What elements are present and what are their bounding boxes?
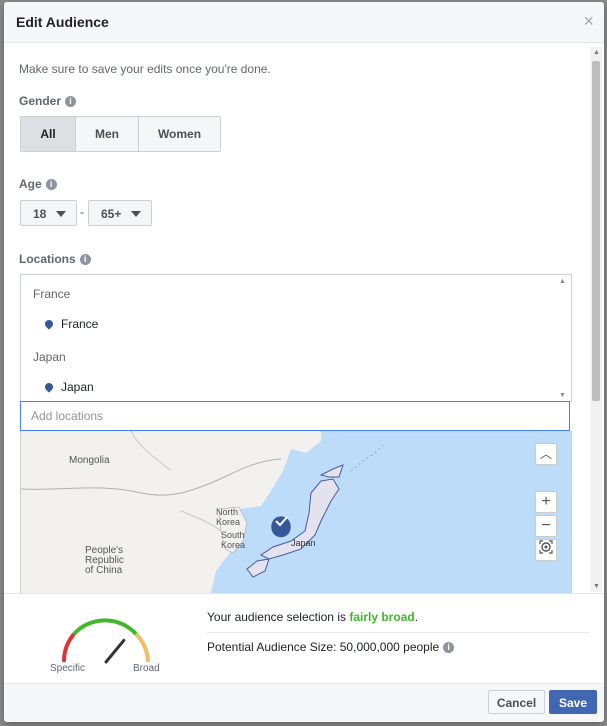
scrollbar-thumb[interactable] <box>592 61 600 401</box>
age-label-text: Age <box>19 177 42 191</box>
locations-label-text: Locations <box>19 252 76 266</box>
map-pin-icon <box>43 381 55 393</box>
location-group-header: Japan <box>33 350 66 364</box>
map-label-north-korea-1: North <box>216 507 238 517</box>
age-min-value: 18 <box>33 207 47 221</box>
caret-down-icon <box>56 211 66 217</box>
scroll-up-icon[interactable]: ▲ <box>559 278 566 285</box>
locate-me-button[interactable] <box>535 539 557 561</box>
scroll-up-icon[interactable]: ▲ <box>593 49 600 56</box>
location-item-france[interactable]: France <box>43 317 99 331</box>
map-label-china-3: of China <box>85 565 123 576</box>
age-separator: - <box>80 205 84 219</box>
dialog-body[interactable]: Make sure to save your edits once you're… <box>4 43 589 593</box>
gauge-needle <box>104 638 126 664</box>
close-icon[interactable]: × <box>583 11 594 32</box>
map-pin-icon <box>43 318 55 330</box>
edit-audience-dialog: Edit Audience × Make sure to save your e… <box>4 2 604 722</box>
locations-label: Locations i <box>19 252 91 266</box>
gauge-broad-label: Broad <box>133 663 160 674</box>
map-selected-pin <box>271 516 291 538</box>
potential-size-text: Potential Audience Size: 50,000,000 peop… <box>207 640 455 654</box>
age-label: Age i <box>19 177 57 191</box>
locations-scrollbar[interactable]: ▲ ▼ <box>555 275 571 402</box>
gender-all-button[interactable]: All <box>21 117 76 151</box>
audience-summary: Specific Broad Your audience selection i… <box>4 593 604 684</box>
selection-suffix: . <box>414 610 419 624</box>
potential-size-value: Potential Audience Size: 50,000,000 peop… <box>207 640 440 654</box>
gender-label: Gender i <box>19 94 77 108</box>
map-collapse-button[interactable]: ︿ <box>535 443 557 465</box>
selection-value: fairly broad <box>349 610 415 624</box>
location-group-header: France <box>33 287 71 301</box>
map-label-japan: Japan <box>291 538 316 548</box>
locations-list[interactable]: France France Japan Japan ▲ ▼ <box>20 274 572 402</box>
summary-divider <box>207 632 589 633</box>
scroll-down-icon[interactable]: ▼ <box>559 392 566 399</box>
dialog-title: Edit Audience <box>16 14 109 30</box>
gauge-specific-label: Specific <box>50 663 86 674</box>
location-map[interactable]: Mongolia North Korea South Korea People'… <box>20 431 572 593</box>
scroll-down-icon[interactable]: ▼ <box>593 583 600 590</box>
map-graphic: Mongolia North Korea South Korea People'… <box>21 431 384 593</box>
zoom-in-button[interactable]: + <box>535 491 557 513</box>
info-icon[interactable]: i <box>443 642 455 653</box>
selection-prefix: Your audience selection is <box>207 610 350 624</box>
location-target-icon <box>539 540 553 554</box>
location-item-label: Japan <box>61 380 94 394</box>
info-icon[interactable]: i <box>45 179 57 190</box>
location-item-label: France <box>61 317 99 331</box>
save-note: Make sure to save your edits once you're… <box>19 62 271 76</box>
location-item-japan[interactable]: Japan <box>43 380 94 394</box>
age-max-value: 65+ <box>101 207 122 221</box>
dialog-scrollbar[interactable]: ▲ ▼ <box>590 47 602 592</box>
gender-women-button[interactable]: Women <box>139 117 220 151</box>
add-locations-input[interactable] <box>20 401 570 431</box>
gender-men-button[interactable]: Men <box>76 117 139 151</box>
map-label-south-korea-1: South <box>221 530 245 540</box>
cancel-button[interactable]: Cancel <box>488 690 545 714</box>
zoom-out-button[interactable]: − <box>535 515 557 537</box>
map-label-mongolia: Mongolia <box>69 455 110 466</box>
gender-label-text: Gender <box>19 94 62 108</box>
age-max-select[interactable]: 65+ <box>88 200 152 226</box>
map-label-south-korea-2: Korea <box>221 540 245 550</box>
dialog-header: Edit Audience × <box>4 2 604 43</box>
caret-down-icon <box>131 211 141 217</box>
save-button[interactable]: Save <box>549 690 597 714</box>
age-min-select[interactable]: 18 <box>20 200 77 226</box>
dialog-actions: Cancel Save <box>4 683 604 722</box>
map-label-north-korea-2: Korea <box>216 517 240 527</box>
info-icon[interactable]: i <box>65 96 77 107</box>
info-icon[interactable]: i <box>79 254 91 265</box>
gender-selector: All Men Women <box>20 116 221 152</box>
audience-selection-text: Your audience selection is fairly broad. <box>207 610 418 624</box>
